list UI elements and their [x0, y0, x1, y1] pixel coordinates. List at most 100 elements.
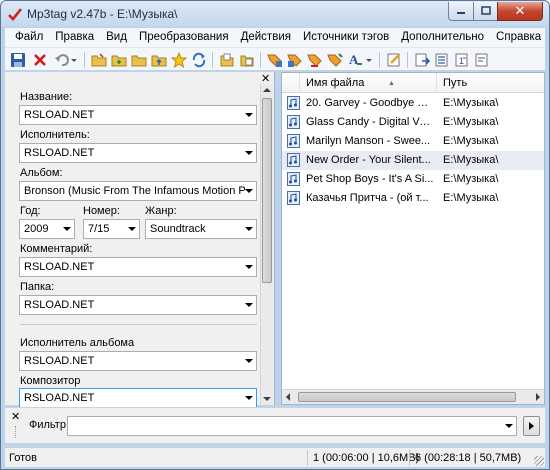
year-label: Год:: [20, 205, 41, 217]
close-icon[interactable]: ✕: [11, 410, 20, 423]
tag-to-tag-icon[interactable]: [306, 51, 324, 69]
table-row-selected[interactable]: New Order - Your Silent... E:\Музыка\: [282, 151, 544, 170]
toolbar: A 1: [5, 47, 545, 71]
folder-field[interactable]: RSLOAD.NET: [19, 295, 257, 315]
folder-up-icon[interactable]: [150, 51, 168, 69]
comment-field[interactable]: RSLOAD.NET: [19, 257, 257, 277]
artist-field[interactable]: RSLOAD.NET: [19, 143, 257, 163]
save-icon[interactable]: [9, 51, 27, 69]
scroll-up-icon[interactable]: [263, 88, 271, 92]
more-icon[interactable]: [473, 51, 491, 69]
table-row[interactable]: Glass Candy - Digital Ve... E:\Музыка\: [282, 113, 544, 132]
chevron-down-icon[interactable]: [245, 227, 253, 231]
scroll-down-icon[interactable]: [263, 397, 271, 401]
menu-actions[interactable]: Действия: [235, 28, 297, 47]
dropdown-icon[interactable]: [69, 51, 79, 69]
playlist-icon[interactable]: [433, 51, 451, 69]
text-case-icon[interactable]: A: [346, 51, 364, 69]
column-icon[interactable]: [282, 73, 300, 93]
refresh-icon[interactable]: [190, 51, 208, 69]
scroll-right-icon[interactable]: [536, 393, 540, 401]
remove-icon[interactable]: [31, 51, 49, 69]
audio-file-icon: [287, 191, 300, 205]
table-row[interactable]: 20. Garvey - Goodbye H... E:\Музыка\: [282, 94, 544, 113]
menu-view[interactable]: Вид: [100, 28, 133, 47]
menu-extra[interactable]: Дополнительно: [395, 28, 490, 47]
sort-ascending-icon: ▲: [388, 80, 395, 87]
table-row[interactable]: Marilyn Manson - Swee... E:\Музыка\: [282, 132, 544, 151]
file-list-scrollbar[interactable]: [282, 389, 544, 404]
filename-to-tag-icon[interactable]: [286, 51, 304, 69]
resize-grip-icon[interactable]: [534, 456, 544, 466]
maximize-button[interactable]: [473, 2, 498, 21]
column-path[interactable]: Путь: [437, 73, 544, 93]
filter-label: Фильтр: [29, 419, 66, 431]
maximize-icon: [480, 6, 491, 15]
apply-filter-button[interactable]: [523, 416, 540, 436]
edit-tag-icon[interactable]: [385, 51, 403, 69]
album-field[interactable]: Bronson (Music From The Infamous Motion …: [19, 181, 257, 201]
window-title: Mp3tag v2.47b - E:\Музыка\: [27, 7, 178, 21]
column-header-row: Имя файла ▲ Путь: [282, 73, 544, 93]
close-icon: ✕: [514, 3, 526, 19]
folder-icon[interactable]: [130, 51, 148, 69]
chevron-down-icon[interactable]: [245, 265, 253, 269]
tag-to-filename-icon[interactable]: [266, 51, 284, 69]
title-bar[interactable]: Mp3tag v2.47b - E:\Музыка\ ✕: [1, 1, 549, 27]
dropdown-icon[interactable]: [364, 51, 374, 69]
scrollbar-thumb[interactable]: [262, 98, 272, 283]
audio-file-icon: [287, 96, 300, 110]
table-row[interactable]: Pet Shop Boys - It's A Si... E:\Музыка\: [282, 170, 544, 189]
chevron-down-icon[interactable]: [63, 227, 71, 231]
paste-icon[interactable]: [238, 51, 256, 69]
scrollbar-thumb[interactable]: [298, 392, 516, 402]
status-divider: [307, 450, 308, 466]
tag-panel: ✕ Название: RSLOAD.NET Исполнитель: RSLO…: [5, 72, 275, 408]
chevron-down-icon[interactable]: [245, 189, 253, 193]
filename-to-filename-icon[interactable]: [326, 51, 344, 69]
export-icon[interactable]: [413, 51, 431, 69]
scroll-left-icon[interactable]: [286, 393, 290, 401]
chevron-down-icon[interactable]: [505, 424, 513, 428]
chevron-down-icon[interactable]: [245, 113, 253, 117]
toolbar-separator: [260, 52, 261, 68]
menu-edit[interactable]: Правка: [49, 28, 100, 47]
close-button[interactable]: ✕: [497, 2, 543, 21]
filter-input[interactable]: [67, 416, 517, 436]
menu-tag-sources[interactable]: Источники тэгов: [297, 28, 395, 47]
chevron-down-icon[interactable]: [245, 303, 253, 307]
tag-panel-scrollbar[interactable]: [260, 84, 273, 405]
menu-file[interactable]: Файл: [9, 28, 49, 47]
genre-label: Жанр:: [145, 205, 177, 217]
chevron-down-icon[interactable]: [245, 151, 253, 155]
status-bar: Готов 1 (00:06:00 | 10,6MB) 6 (00:28:18 …: [5, 447, 545, 467]
minimize-icon: [457, 12, 465, 14]
add-folder-icon[interactable]: [110, 51, 128, 69]
menu-help[interactable]: Справка: [490, 28, 547, 47]
table-row[interactable]: Казачья Притча - (ой т... E:\Музыка\: [282, 189, 544, 208]
filter-bar: ✕ Фильтр: [5, 407, 545, 443]
audio-file-icon: [287, 134, 300, 148]
track-field[interactable]: 7/15: [83, 219, 140, 239]
menu-convert[interactable]: Преобразования: [133, 28, 235, 47]
title-label: Название:: [20, 91, 73, 103]
favorite-star-icon[interactable]: [170, 51, 188, 69]
copy-icon[interactable]: [218, 51, 236, 69]
chevron-down-icon[interactable]: [128, 227, 136, 231]
album-artist-field[interactable]: RSLOAD.NET: [19, 351, 257, 371]
column-filename[interactable]: Имя файла ▲: [300, 73, 437, 93]
year-field[interactable]: 2009: [19, 219, 75, 239]
toolbar-separator: [379, 52, 380, 68]
title-field[interactable]: RSLOAD.NET: [19, 105, 257, 125]
genre-field[interactable]: Soundtrack: [145, 219, 257, 239]
file-list: Имя файла ▲ Путь 20. Garvey - Goodbye H.…: [281, 72, 545, 405]
open-folder-icon[interactable]: [90, 51, 108, 69]
composer-field[interactable]: RSLOAD.NET: [19, 388, 257, 408]
chevron-down-icon[interactable]: [245, 359, 253, 363]
comment-label: Комментарий:: [20, 243, 93, 255]
app-checkmark-icon: [8, 8, 23, 21]
numbering-icon[interactable]: 1: [453, 51, 471, 69]
minimize-button[interactable]: [448, 2, 474, 21]
chevron-down-icon[interactable]: [245, 396, 253, 400]
status-divider: [409, 450, 410, 466]
